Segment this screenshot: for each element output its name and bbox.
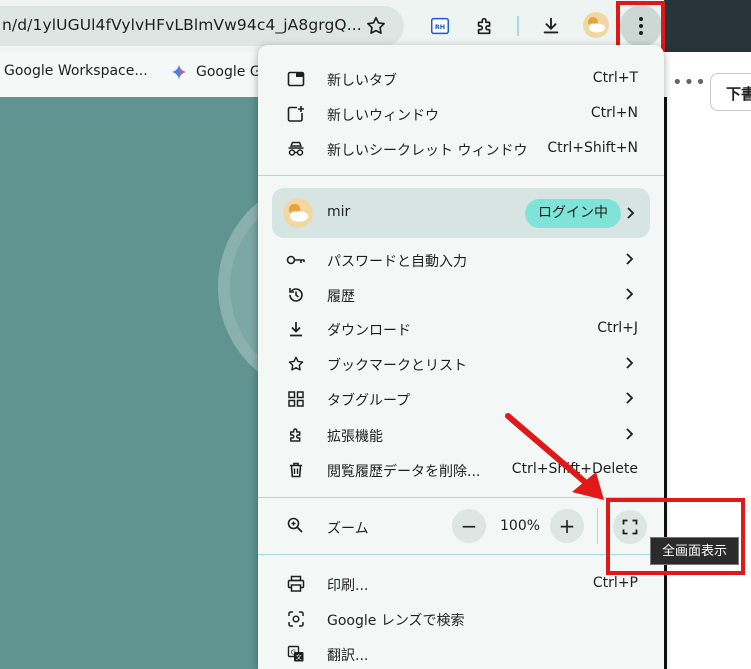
menu-divider	[258, 554, 664, 555]
menu-profile-row[interactable]: mir ログイン中	[272, 188, 650, 238]
gemini-icon	[171, 64, 187, 80]
new-tab-icon	[286, 69, 306, 89]
zoom-label: ズーム	[327, 521, 369, 537]
chevron-right-icon	[626, 428, 634, 440]
red-arrow-annotation	[505, 413, 604, 500]
bookmark-google-workspace[interactable]: Google Workspace...	[4, 63, 148, 79]
lens-icon	[286, 609, 306, 629]
zoom-out-button[interactable]: −	[452, 509, 486, 543]
star-icon	[286, 354, 306, 374]
svg-text:RH: RH	[435, 23, 445, 31]
chevron-right-icon	[626, 392, 634, 404]
zoom-in-button[interactable]: +	[550, 509, 584, 543]
menu-item-incognito[interactable]: 新しいシークレット ウィンドウ Ctrl+Shift+N	[258, 131, 664, 166]
menu-zoom-row: ズーム − 100% +	[258, 506, 664, 546]
toolbar-divider	[517, 16, 519, 36]
chevron-right-icon	[626, 253, 634, 265]
menu-item-new-window[interactable]: 新しいウィンドウ Ctrl+N	[258, 96, 664, 131]
page-right-panel	[664, 52, 751, 669]
new-window-icon	[286, 104, 306, 124]
bookmark-star-icon[interactable]	[360, 10, 392, 42]
chevron-right-icon	[626, 288, 634, 300]
zoom-level: 100%	[500, 518, 541, 534]
zoom-divider	[597, 508, 598, 544]
window-frame-dark	[664, 0, 751, 52]
menu-item-translate[interactable]: G文 翻訳...	[258, 636, 664, 669]
fullscreen-tooltip: 全画面表示	[650, 537, 739, 565]
menu-divider	[258, 175, 664, 176]
download-icon[interactable]	[535, 10, 567, 42]
menu-item-downloads[interactable]: ダウンロード Ctrl+J	[258, 311, 664, 346]
bookmark-google-gemini[interactable]: Google G	[170, 63, 261, 81]
zoom-icon	[286, 516, 306, 536]
menu-item-new-tab[interactable]: 新しいタブ Ctrl+T	[258, 61, 664, 96]
extensions-icon[interactable]	[469, 10, 501, 42]
url-text[interactable]: n/d/1ylUGUl4fVylvHFvLBlmVw94c4_jA8grgQ..…	[2, 16, 362, 34]
tab-groups-icon	[286, 389, 306, 409]
print-icon	[286, 574, 306, 594]
profile-name: mir	[327, 204, 351, 220]
chrome-menu: 新しいタブ Ctrl+T 新しいウィンドウ Ctrl+N 新しいシークレット ウ…	[258, 45, 664, 669]
profile-avatar[interactable]	[580, 9, 612, 41]
key-icon	[286, 250, 306, 270]
extension-icon	[286, 425, 306, 445]
incognito-icon	[286, 139, 306, 159]
signed-in-badge: ログイン中	[525, 199, 621, 228]
trash-icon	[286, 460, 306, 480]
chevron-right-icon	[627, 207, 635, 219]
history-icon	[286, 285, 306, 305]
draft-button[interactable]: 下書	[710, 73, 751, 111]
download-icon	[286, 319, 306, 339]
svg-text:文: 文	[296, 654, 302, 662]
menu-item-print[interactable]: 印刷... Ctrl+P	[258, 566, 664, 601]
translate-icon: G文	[286, 644, 306, 664]
menu-item-history[interactable]: 履歴	[258, 277, 664, 312]
menu-item-bookmarks[interactable]: ブックマークとリスト	[258, 346, 664, 381]
chevron-right-icon	[626, 357, 634, 369]
menu-item-passwords[interactable]: パスワードと自動入力	[258, 242, 664, 277]
menu-item-google-lens[interactable]: Google レンズで検索	[258, 601, 664, 636]
more-options-icon[interactable]: •••	[672, 72, 707, 93]
rh-extension-icon[interactable]: RH	[424, 10, 456, 42]
profile-avatar	[283, 198, 313, 228]
